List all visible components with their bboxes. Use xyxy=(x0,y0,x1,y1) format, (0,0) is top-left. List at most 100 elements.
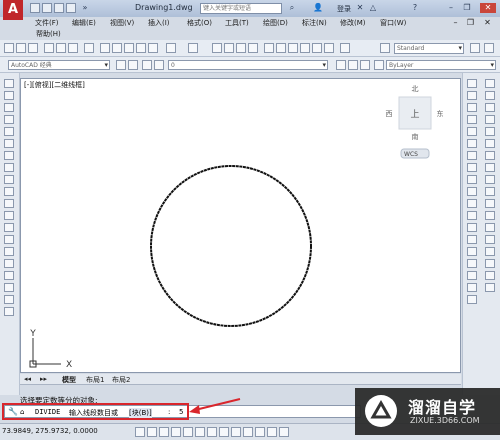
scale-icon[interactable] xyxy=(485,163,495,172)
layer-state-icon[interactable] xyxy=(142,60,152,70)
layer-select[interactable]: 0 xyxy=(168,60,328,70)
close-window-icon[interactable]: ✕ xyxy=(480,3,496,13)
dim-diameter-icon[interactable] xyxy=(467,151,477,160)
break-at-point-icon[interactable] xyxy=(485,211,495,220)
search-icon[interactable]: ⌕ xyxy=(287,3,297,13)
layer-previous-icon[interactable] xyxy=(348,60,358,70)
selection-cycling-icon[interactable] xyxy=(279,427,289,437)
menu-edit[interactable]: 编辑(E) xyxy=(72,18,96,28)
dim-linear-icon[interactable] xyxy=(467,79,477,88)
qnew-icon[interactable] xyxy=(4,43,14,53)
layer-manager-icon[interactable] xyxy=(128,60,138,70)
arc-icon[interactable] xyxy=(4,139,14,148)
snap-mode-icon[interactable] xyxy=(135,427,145,437)
multiline-text-icon[interactable] xyxy=(4,295,14,304)
viewcube-west[interactable]: 西 xyxy=(386,110,393,118)
polygon-icon[interactable] xyxy=(4,115,14,124)
3d-object-snap-icon[interactable] xyxy=(195,427,205,437)
rectangle-icon[interactable] xyxy=(4,127,14,136)
polyline-icon[interactable] xyxy=(4,103,14,112)
layer-isolate-icon[interactable] xyxy=(360,60,370,70)
tolerance-icon[interactable] xyxy=(467,223,477,232)
restore-window-icon[interactable]: ❐ xyxy=(462,3,472,13)
grid-display-icon[interactable] xyxy=(147,427,157,437)
stretch-icon[interactable] xyxy=(485,175,495,184)
text-style-icon[interactable] xyxy=(380,43,390,53)
gradient-icon[interactable] xyxy=(4,259,14,268)
tool-palettes-icon[interactable] xyxy=(288,43,298,53)
center-mark-icon[interactable] xyxy=(467,235,477,244)
object-snap-tracking-icon[interactable] xyxy=(207,427,217,437)
linetype-select[interactable]: ByLayer xyxy=(386,60,496,70)
login-label[interactable]: 登录 xyxy=(337,4,351,14)
erase-icon[interactable] xyxy=(485,79,495,88)
pan-icon[interactable] xyxy=(212,43,222,53)
trim-icon[interactable] xyxy=(485,187,495,196)
user-icon[interactable]: 👤 xyxy=(313,3,323,13)
ellipse-arc-icon[interactable] xyxy=(4,199,14,208)
paste-icon[interactable] xyxy=(124,43,134,53)
new-file-icon[interactable] xyxy=(30,3,40,13)
quick-access-more-icon[interactable]: » xyxy=(80,3,90,13)
rotate-icon[interactable] xyxy=(485,151,495,160)
ellipse-icon[interactable] xyxy=(4,187,14,196)
ortho-mode-icon[interactable] xyxy=(159,427,169,437)
quick-dim-icon[interactable] xyxy=(467,175,477,184)
tab-nav-last-icon[interactable]: ▸▸ xyxy=(40,375,47,383)
dim-edit-icon[interactable] xyxy=(467,259,477,268)
open-file-icon[interactable] xyxy=(42,3,52,13)
menu-draw[interactable]: 绘图(D) xyxy=(263,18,288,28)
point-icon[interactable] xyxy=(4,235,14,244)
zoom-window-icon[interactable] xyxy=(236,43,246,53)
dim-text-edit-icon[interactable] xyxy=(467,271,477,280)
dynamic-input-icon[interactable] xyxy=(231,427,241,437)
array-icon[interactable] xyxy=(485,127,495,136)
tab-layout2[interactable]: 布局2 xyxy=(112,375,130,385)
object-snap-icon[interactable] xyxy=(183,427,193,437)
blend-curves-icon[interactable] xyxy=(485,271,495,280)
workspace-select[interactable]: AutoCAD 经典 xyxy=(8,60,110,70)
inspection-icon[interactable] xyxy=(467,247,477,256)
viewcube-south[interactable]: 南 xyxy=(412,132,419,141)
undo-icon[interactable] xyxy=(166,43,176,53)
table-icon[interactable] xyxy=(4,283,14,292)
dim-jogged-icon[interactable] xyxy=(467,139,477,148)
dim-arc-icon[interactable] xyxy=(467,103,477,112)
menu-modify[interactable]: 修改(M) xyxy=(340,18,366,28)
revision-cloud-icon[interactable] xyxy=(4,163,14,172)
fillet-icon[interactable] xyxy=(485,259,495,268)
explode-icon[interactable] xyxy=(485,283,495,292)
insert-block-icon[interactable] xyxy=(4,211,14,220)
mirror-icon[interactable] xyxy=(485,103,495,112)
3d-print-icon[interactable] xyxy=(84,43,94,53)
transparency-icon[interactable] xyxy=(255,427,265,437)
tab-model[interactable]: 模型 xyxy=(62,375,76,385)
open-icon[interactable] xyxy=(16,43,26,53)
plot-preview-icon[interactable] xyxy=(56,43,66,53)
break-icon[interactable] xyxy=(485,223,495,232)
zoom-realtime-icon[interactable] xyxy=(224,43,234,53)
drawn-circle[interactable] xyxy=(150,165,312,327)
line-icon[interactable] xyxy=(4,79,14,88)
dim-aligned-icon[interactable] xyxy=(467,91,477,100)
offset-icon[interactable] xyxy=(485,115,495,124)
plot-icon[interactable] xyxy=(44,43,54,53)
search-input[interactable]: 键入关键字或短语 xyxy=(200,3,282,14)
hatch-icon[interactable] xyxy=(4,247,14,256)
viewcube-east[interactable]: 东 xyxy=(437,109,444,118)
print-icon[interactable] xyxy=(66,3,76,13)
dynamic-ucs-icon[interactable] xyxy=(219,427,229,437)
minimize-window-icon[interactable]: – xyxy=(446,3,456,13)
viewport-controls[interactable]: [-][俯视][二维线框] xyxy=(24,80,85,90)
chamfer-icon[interactable] xyxy=(485,247,495,256)
text-style-select[interactable]: Standard xyxy=(394,43,464,54)
add-selected-icon[interactable] xyxy=(4,307,14,316)
exchange-icon[interactable]: ✕ xyxy=(355,3,365,13)
polar-tracking-icon[interactable] xyxy=(171,427,181,437)
menu-dimension[interactable]: 标注(N) xyxy=(302,18,327,28)
connect-icon[interactable]: △ xyxy=(368,3,378,13)
dim-angular-icon[interactable] xyxy=(467,163,477,172)
save-icon[interactable] xyxy=(28,43,38,53)
color-swatch-icon[interactable] xyxy=(374,60,384,70)
zoom-previous-icon[interactable] xyxy=(248,43,258,53)
